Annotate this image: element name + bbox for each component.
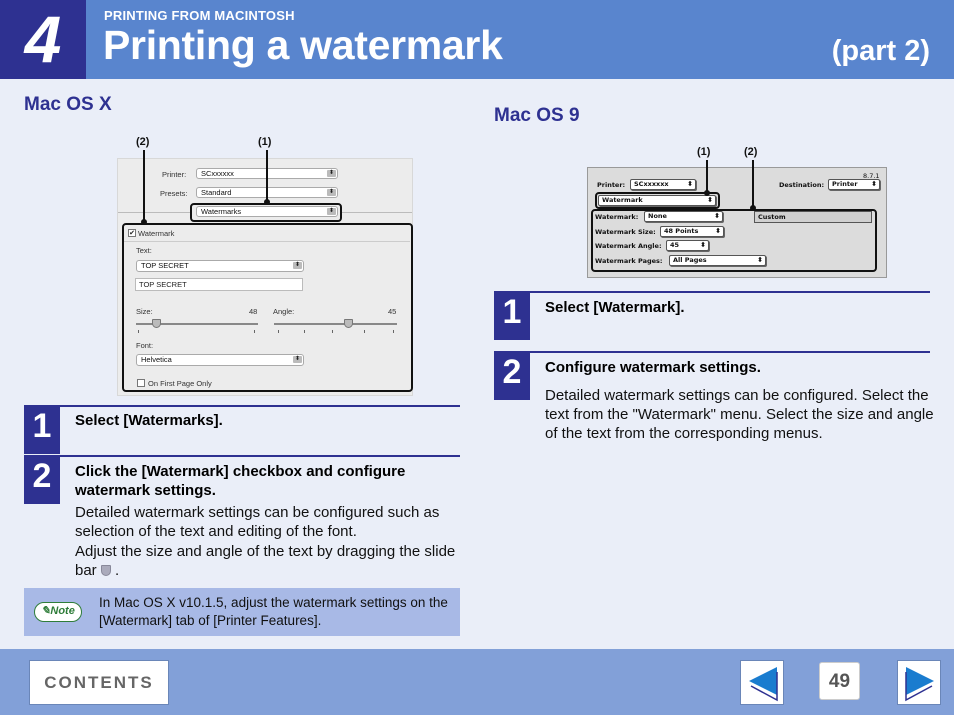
mac-os-9-print-dialog-screenshot: 8.7.1 Printer: SCxxxxxx ⬍ Destination: P… [587,167,887,278]
popup-arrows-icon: ⬍ [871,180,877,188]
printer-label: Printer: [162,170,187,179]
next-page-button[interactable] [897,660,941,705]
step-2-number: 2 [24,456,60,504]
chapter-section: PRINTING FROM MACINTOSH [104,8,295,23]
page-number: 49 [819,662,860,700]
destination-select[interactable]: Printer ⬍ [828,179,880,190]
callout-2-highlight [122,223,413,392]
divider [118,212,191,213]
note-text: In Mac OS X v10.1.5, adjust the watermar… [99,595,448,628]
mac-os-9-heading: Mac OS 9 [494,105,580,126]
step-1-title: Select [Watermarks]. [75,412,223,429]
step-divider [24,405,460,407]
divider [342,212,412,213]
callout-1-label: (1) [258,136,272,148]
callout-1-dot [264,199,270,205]
callout-1-line [706,160,708,194]
callout-2-dot [750,205,756,211]
printer-label: Printer: [597,181,626,189]
callout-1-dot [704,190,710,196]
step-2-body-slider: Adjust the size and angle of the text by… [75,543,456,579]
callout-2-label: (2) [136,136,150,148]
step-1-number: 1 [24,406,60,454]
popup-arrows-icon: ⬍ [687,180,693,188]
step-1-title: Select [Watermark]. [545,299,685,316]
callout-2-line [143,150,145,222]
mac-os-x-print-dialog-screenshot: Printer: SCxxxxxx ⬍ Presets: Standard ⬍ … [117,158,413,396]
page-title: Printing a watermark [103,22,503,68]
chapter-number: 4 [0,0,86,79]
right-arrow-icon [905,667,934,702]
step-2-body: Detailed watermark settings can be confi… [75,504,440,540]
left-arrow-icon [749,667,778,702]
printer-select[interactable]: SCxxxxxx ⬍ [630,179,696,190]
step-2-title: Click the [Watermark] checkbox and confi… [75,463,406,499]
destination-label: Destination: [779,181,825,189]
callout-2-dot [141,219,147,225]
callout-2-label: (2) [744,146,758,158]
page-footer: CONTENTS 49 [0,649,954,715]
popup-arrows-icon: ⬍ [327,170,336,177]
step-divider [494,351,930,353]
callout-1-highlight [190,203,342,222]
page-part: (part 2) [831,35,930,67]
callout-2-highlight [591,209,877,272]
popup-arrows-icon: ⬍ [327,189,336,196]
callout-1-label: (1) [697,146,711,158]
page-header: 4 PRINTING FROM MACINTOSH Printing a wat… [0,0,954,79]
slide-bar-icon [100,565,111,576]
previous-page-button[interactable] [740,660,784,705]
step-2-body: Detailed watermark settings can be confi… [545,387,934,442]
callout-1-line [266,150,268,202]
step-divider [494,291,930,293]
note-box: ✎Note In Mac OS X v10.1.5, adjust the wa… [24,588,460,636]
presets-label: Presets: [160,189,188,198]
step-2-title: Configure watermark settings. [545,359,761,376]
step-1-number: 1 [494,292,530,340]
step-divider [24,455,460,457]
step-2-number: 2 [494,352,530,400]
contents-button[interactable]: CONTENTS [29,660,169,705]
mac-os-x-heading: Mac OS X [24,94,112,115]
callout-1-highlight [595,192,720,209]
callout-2-line [752,160,754,208]
note-icon: ✎Note [34,602,82,622]
